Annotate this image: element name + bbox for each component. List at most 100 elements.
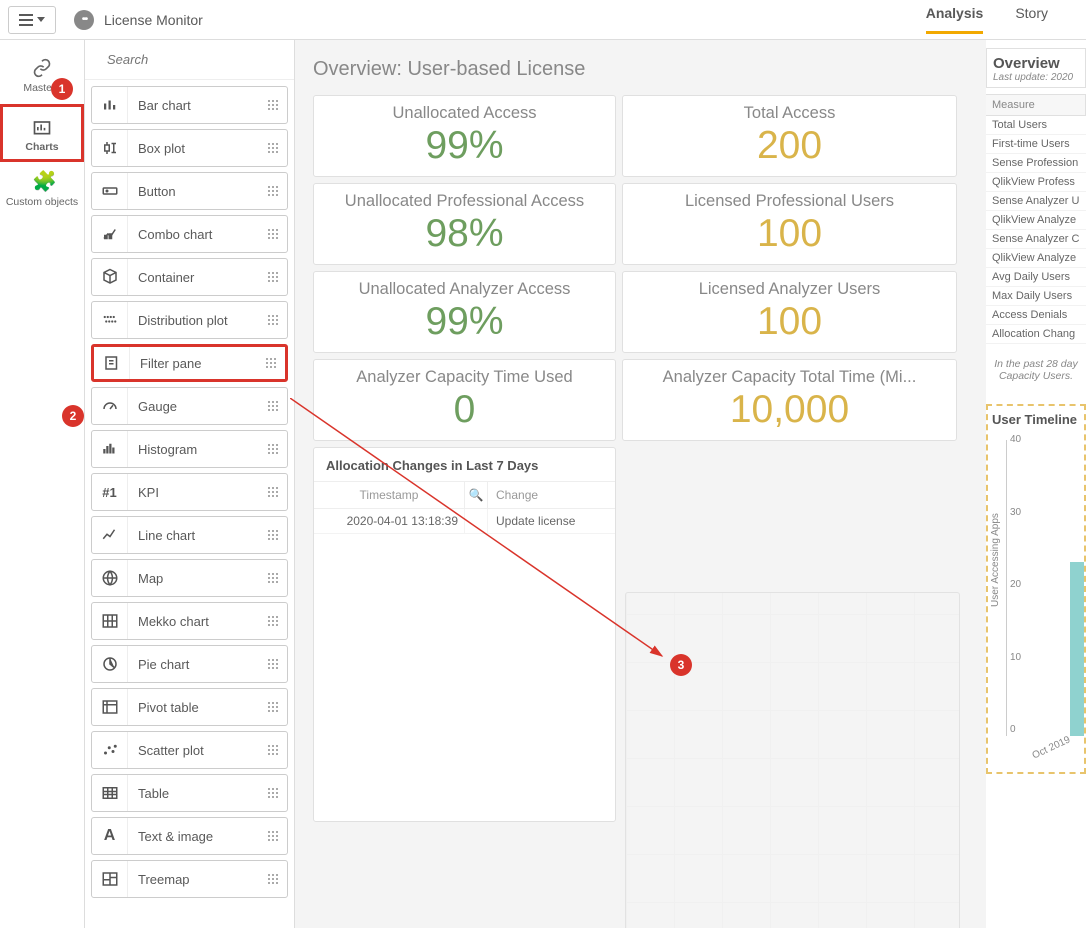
annotation-badge-3: 3 bbox=[670, 654, 692, 676]
user-timeline-chart[interactable]: User Timeline User Accessing Apps 010203… bbox=[986, 404, 1086, 774]
chart-item-container[interactable]: Container bbox=[91, 258, 288, 296]
kpi-label: Total Access bbox=[629, 104, 950, 123]
chart-item-histogram[interactable]: Histogram bbox=[91, 430, 288, 468]
chart-item-label: KPI bbox=[128, 485, 259, 500]
chart-item-filter-pane[interactable]: Filter pane bbox=[91, 344, 288, 382]
kpi-label: Unallocated Analyzer Access bbox=[320, 280, 609, 299]
kpi-card[interactable]: Licensed Professional Users 100 bbox=[622, 183, 957, 265]
measure-row[interactable]: QlikView Profess bbox=[986, 173, 1086, 192]
chart-item-label: Button bbox=[128, 184, 259, 199]
chart-item-button[interactable]: Button bbox=[91, 172, 288, 210]
chart-item-map[interactable]: Map bbox=[91, 559, 288, 597]
chart-item-label: Pie chart bbox=[128, 657, 259, 672]
drag-handle-icon[interactable] bbox=[259, 143, 287, 153]
measure-row[interactable]: First-time Users bbox=[986, 135, 1086, 154]
table-row[interactable]: 2020-04-01 13:18:39Update license bbox=[314, 509, 615, 534]
measure-row[interactable]: Total Users bbox=[986, 116, 1086, 135]
timeline-title: User Timeline bbox=[992, 412, 1080, 427]
chart-item-text-image[interactable]: A Text & image bbox=[91, 817, 288, 855]
drag-handle-icon[interactable] bbox=[259, 745, 287, 755]
drag-handle-icon[interactable] bbox=[259, 186, 287, 196]
drag-handle-icon[interactable] bbox=[259, 573, 287, 583]
main-menu-button[interactable] bbox=[8, 6, 56, 34]
chart-item-label: Text & image bbox=[128, 829, 259, 844]
col-timestamp[interactable]: Timestamp bbox=[314, 482, 464, 508]
drag-handle-icon[interactable] bbox=[259, 659, 287, 669]
measure-row[interactable]: Access Denials bbox=[986, 306, 1086, 325]
kpi-value: 98% bbox=[320, 213, 609, 256]
caret-down-icon bbox=[37, 17, 45, 22]
col-change[interactable]: Change bbox=[488, 482, 615, 508]
bar-chart-icon bbox=[92, 87, 128, 123]
kpi-card[interactable]: Unallocated Access 99% bbox=[313, 95, 616, 177]
overview-panel[interactable]: Overview Last update: 2020 bbox=[986, 48, 1086, 88]
search-input[interactable] bbox=[107, 52, 285, 67]
kpi-card[interactable]: Unallocated Analyzer Access 99% bbox=[313, 271, 616, 353]
chart-item-pivot-table[interactable]: Pivot table bbox=[91, 688, 288, 726]
drag-handle-icon[interactable] bbox=[259, 272, 287, 282]
chart-item-label: Map bbox=[128, 571, 259, 586]
drag-handle-icon[interactable] bbox=[259, 100, 287, 110]
kpi-label: Analyzer Capacity Time Used bbox=[320, 368, 609, 387]
measure-row[interactable]: Allocation Chang bbox=[986, 325, 1086, 344]
tab-analysis[interactable]: Analysis bbox=[926, 5, 984, 34]
empty-drop-zone[interactable] bbox=[625, 592, 960, 928]
overview-footer: In the past 28 day Capacity Users. bbox=[986, 344, 1086, 390]
drag-handle-icon[interactable] bbox=[259, 229, 287, 239]
drag-handle-icon[interactable] bbox=[259, 487, 287, 497]
rail-custom-objects[interactable]: 🧩 Custom objects bbox=[0, 164, 84, 216]
mekko-chart-icon bbox=[92, 603, 128, 639]
rail-charts[interactable]: Charts bbox=[0, 104, 84, 162]
measure-row[interactable]: Max Daily Users bbox=[986, 287, 1086, 306]
measure-row[interactable]: Avg Daily Users bbox=[986, 268, 1086, 287]
tab-story[interactable]: Story bbox=[1015, 5, 1048, 34]
drag-handle-icon[interactable] bbox=[259, 401, 287, 411]
measure-row[interactable]: QlikView Analyze bbox=[986, 211, 1086, 230]
kpi-card[interactable]: Total Access 200 bbox=[622, 95, 957, 177]
box-plot-icon bbox=[92, 130, 128, 166]
drag-handle-icon[interactable] bbox=[259, 831, 287, 841]
chart-item-distribution-plot[interactable]: Distribution plot bbox=[91, 301, 288, 339]
measure-row[interactable]: Sense Analyzer C bbox=[986, 230, 1086, 249]
chart-item-kpi[interactable]: #1 KPI bbox=[91, 473, 288, 511]
chart-item-treemap[interactable]: Treemap bbox=[91, 860, 288, 898]
chart-item-mekko-chart[interactable]: Mekko chart bbox=[91, 602, 288, 640]
chart-item-line-chart[interactable]: Line chart bbox=[91, 516, 288, 554]
chart-item-bar-chart[interactable]: Bar chart bbox=[91, 86, 288, 124]
map-icon bbox=[92, 560, 128, 596]
treemap-icon bbox=[92, 861, 128, 897]
chart-item-gauge[interactable]: Gauge bbox=[91, 387, 288, 425]
drag-handle-icon[interactable] bbox=[259, 874, 287, 884]
kpi-card[interactable]: Licensed Analyzer Users 100 bbox=[622, 271, 957, 353]
drag-handle-icon[interactable] bbox=[259, 788, 287, 798]
allocation-changes-panel[interactable]: Allocation Changes in Last 7 Days Timest… bbox=[313, 447, 616, 822]
col-search-icon[interactable]: 🔍 bbox=[464, 482, 488, 508]
kpi-card[interactable]: Unallocated Professional Access 98% bbox=[313, 183, 616, 265]
chart-item-scatter-plot[interactable]: Scatter plot bbox=[91, 731, 288, 769]
chart-item-pie-chart[interactable]: Pie chart bbox=[91, 645, 288, 683]
chart-item-box-plot[interactable]: Box plot bbox=[91, 129, 288, 167]
kpi-value: 99% bbox=[320, 125, 609, 168]
drag-handle-icon[interactable] bbox=[259, 530, 287, 540]
measure-header: Measure bbox=[986, 94, 1086, 116]
drag-handle-icon[interactable] bbox=[257, 358, 285, 368]
kpi-label: Licensed Analyzer Users bbox=[629, 280, 950, 299]
chart-item-table[interactable]: Table bbox=[91, 774, 288, 812]
drag-handle-icon[interactable] bbox=[259, 702, 287, 712]
kpi-card[interactable]: Analyzer Capacity Total Time (Mi... 10,0… bbox=[622, 359, 957, 441]
measure-row[interactable]: Sense Profession bbox=[986, 154, 1086, 173]
chart-item-label: Scatter plot bbox=[128, 743, 259, 758]
drag-handle-icon[interactable] bbox=[259, 616, 287, 626]
drag-handle-icon[interactable] bbox=[259, 315, 287, 325]
chart-item-label: Line chart bbox=[128, 528, 259, 543]
chart-item-label: Container bbox=[128, 270, 259, 285]
measure-row[interactable]: Sense Analyzer U bbox=[986, 192, 1086, 211]
measure-row[interactable]: QlikView Analyze bbox=[986, 249, 1086, 268]
kpi-label: Licensed Professional Users bbox=[629, 192, 950, 211]
drag-handle-icon[interactable] bbox=[259, 444, 287, 454]
kpi-value: 100 bbox=[629, 213, 950, 256]
chart-item-combo-chart[interactable]: Combo chart bbox=[91, 215, 288, 253]
kpi-card[interactable]: Analyzer Capacity Time Used 0 bbox=[313, 359, 616, 441]
kpi-value: 200 bbox=[629, 125, 950, 168]
annotation-badge-1: 1 bbox=[51, 78, 73, 100]
